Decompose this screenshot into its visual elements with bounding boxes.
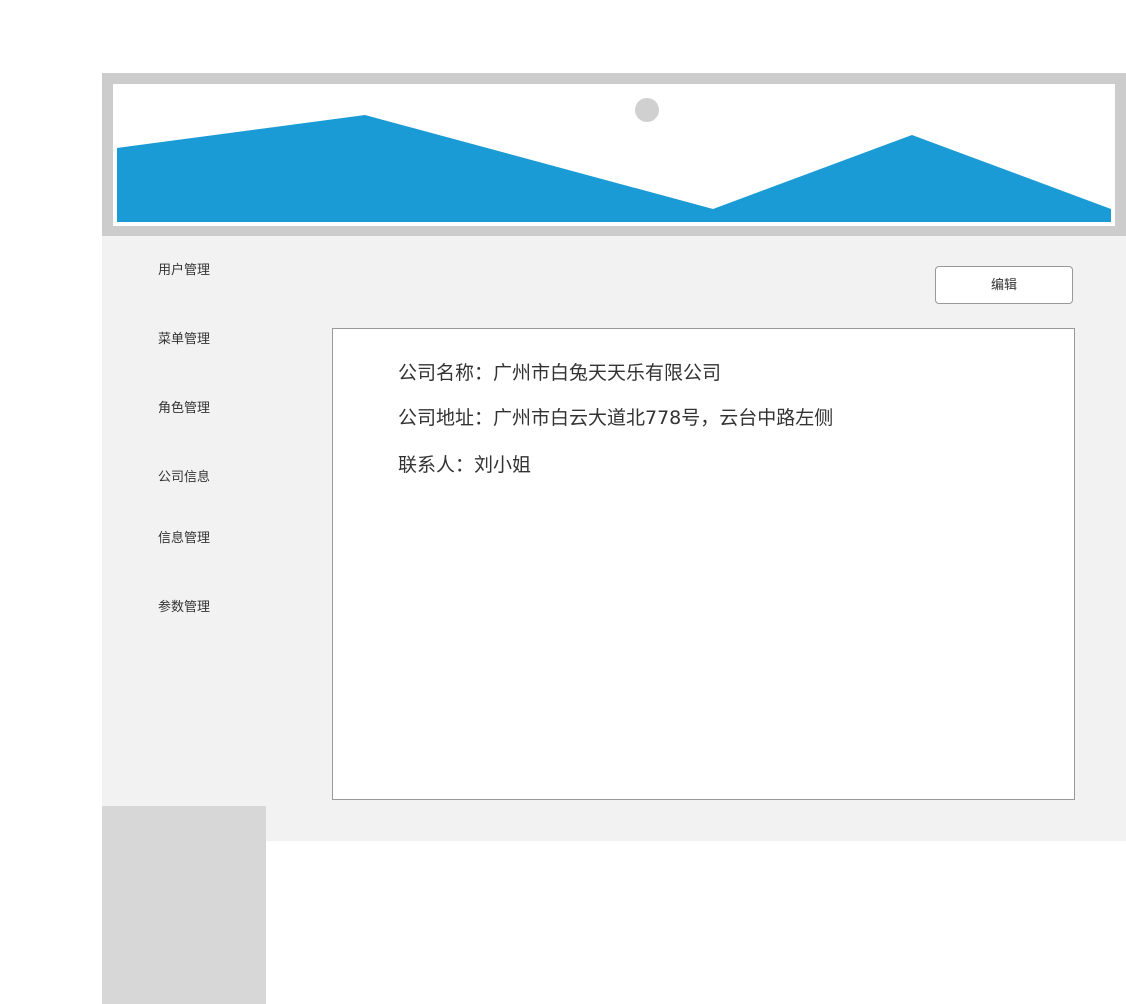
- edit-button[interactable]: 编辑: [935, 266, 1073, 304]
- sidebar: 用户管理 菜单管理 角色管理 公司信息 信息管理 参数管理: [102, 236, 266, 1004]
- sidebar-item-role-management[interactable]: 角色管理: [158, 401, 210, 417]
- company-name-text: 公司名称：广州市白兔天天乐有限公司: [398, 362, 722, 384]
- mountain-shape: [117, 115, 1111, 222]
- sidebar-item-parameter-management[interactable]: 参数管理: [158, 600, 210, 616]
- landscape-image-icon: [117, 98, 1111, 222]
- sidebar-item-info-management[interactable]: 信息管理: [158, 531, 210, 547]
- banner-image: [113, 84, 1115, 226]
- sidebar-item-menu-management[interactable]: 菜单管理: [158, 332, 210, 348]
- sidebar-item-company-info[interactable]: 公司信息: [158, 470, 210, 486]
- company-info-panel: 公司名称：广州市白兔天天乐有限公司 公司地址：广州市白云大道北778号，云台中路…: [332, 328, 1075, 800]
- app-window: 用户管理 菜单管理 角色管理 公司信息 信息管理 参数管理 编辑 公司名称：广州…: [102, 73, 1126, 1004]
- company-contact-text: 联系人：刘小姐: [398, 454, 532, 476]
- company-address-text: 公司地址：广州市白云大道北778号，云台中路左侧: [398, 407, 834, 429]
- header-banner: [102, 73, 1126, 236]
- sidebar-item-user-management[interactable]: 用户管理: [158, 263, 210, 279]
- sun-shape: [635, 98, 659, 122]
- sidebar-footer-block: [102, 806, 266, 1004]
